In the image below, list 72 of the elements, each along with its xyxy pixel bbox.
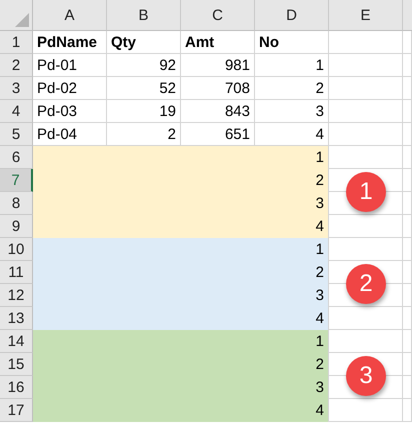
row-header[interactable]: 2 xyxy=(0,54,33,77)
table-cell-text: 4 xyxy=(314,217,325,237)
table-cell: 1 xyxy=(255,54,329,77)
row-header[interactable]: 7 xyxy=(0,169,33,192)
row-header[interactable]: 3 xyxy=(0,77,33,100)
row-header[interactable]: 16 xyxy=(0,376,33,399)
table-cell-text: 3 xyxy=(314,194,325,214)
empty-cell xyxy=(403,353,412,376)
table-cell: 708 xyxy=(181,77,255,100)
empty-cell xyxy=(403,284,412,307)
table-cell: 981 xyxy=(181,54,255,77)
table-cell-text: 2 xyxy=(314,355,325,375)
column-header[interactable]: B xyxy=(107,0,181,31)
header-background xyxy=(403,0,412,31)
row-header[interactable]: 8 xyxy=(0,192,33,215)
column-header[interactable]: E xyxy=(329,0,403,31)
table-cell-text: 1 xyxy=(314,240,325,260)
empty-cell xyxy=(403,399,412,422)
number-badge: 2 xyxy=(346,264,386,304)
table-cell-text: 4 xyxy=(314,309,325,329)
empty-cell xyxy=(403,192,412,215)
column-header[interactable]: C xyxy=(181,0,255,31)
table-cell: 2 xyxy=(255,77,329,100)
table-cell-text: 3 xyxy=(314,286,325,306)
table-cell: Amt xyxy=(181,31,255,54)
number-badge: 3 xyxy=(346,356,386,396)
row-header[interactable]: 13 xyxy=(0,307,33,330)
table-cell-text: 1 xyxy=(314,332,325,352)
empty-cell xyxy=(403,77,412,100)
row-header[interactable]: 12 xyxy=(0,284,33,307)
corner-triangle-icon xyxy=(15,13,29,27)
row-header[interactable]: 1 xyxy=(0,31,33,54)
empty-cell xyxy=(403,307,412,330)
table-cell: 52 xyxy=(107,77,181,100)
empty-cell xyxy=(403,123,412,146)
column-header[interactable]: D xyxy=(255,0,329,31)
table-cell: Pd-03 xyxy=(33,100,107,123)
table-cell-text: 2 xyxy=(314,171,325,191)
table-cell: No xyxy=(255,31,329,54)
table-cell: 3 xyxy=(255,100,329,123)
empty-cell xyxy=(403,54,412,77)
empty-cell xyxy=(403,169,412,192)
row-header[interactable]: 11 xyxy=(0,261,33,284)
row-header[interactable]: 15 xyxy=(0,353,33,376)
table-cell: Pd-01 xyxy=(33,54,107,77)
table-cell: Pd-02 xyxy=(33,77,107,100)
column-header[interactable]: A xyxy=(33,0,107,31)
empty-cell xyxy=(403,261,412,284)
row-header[interactable]: 17 xyxy=(0,399,33,422)
empty-cell xyxy=(403,215,412,238)
table-cell: 92 xyxy=(107,54,181,77)
row-header[interactable]: 5 xyxy=(0,123,33,146)
empty-cell xyxy=(403,238,412,261)
table-cell: 843 xyxy=(181,100,255,123)
empty-cell xyxy=(403,376,412,399)
empty-cell xyxy=(403,100,412,123)
row-header[interactable]: 6 xyxy=(0,146,33,169)
number-badge: 1 xyxy=(346,172,386,212)
table-cell: PdName xyxy=(33,31,107,54)
row-header[interactable]: 4 xyxy=(0,100,33,123)
empty-cell xyxy=(403,146,412,169)
row-header[interactable]: 10 xyxy=(0,238,33,261)
table-cell: Qty xyxy=(107,31,181,54)
row-header[interactable]: 14 xyxy=(0,330,33,353)
table-cell-text: 2 xyxy=(314,263,325,283)
table-cell-text: 1 xyxy=(314,148,325,168)
row-header[interactable]: 9 xyxy=(0,215,33,238)
table-cell-text: 4 xyxy=(314,401,325,421)
select-all-button[interactable] xyxy=(0,0,33,31)
table-cell: 19 xyxy=(107,100,181,123)
empty-cell xyxy=(403,330,412,353)
table-cell-text: 3 xyxy=(314,378,325,398)
